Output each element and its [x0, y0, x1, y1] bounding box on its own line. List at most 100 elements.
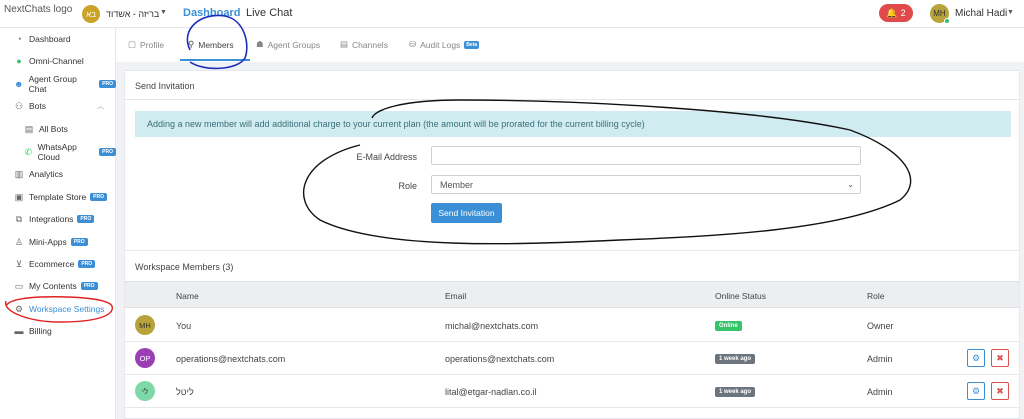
sidebar-item-ecommerce[interactable]: ⊻ Ecommerce PRO [0, 254, 116, 274]
tab-audit-logs[interactable]: ⛁ Audit Logs Beta [409, 39, 480, 50]
agent-icon: ☻ [14, 79, 24, 89]
nextchats-logo[interactable]: NextChats logo [4, 4, 72, 15]
store-icon: ▣ [14, 191, 24, 202]
avatar: לי [135, 381, 155, 401]
sidebar-item-agent-group-chat[interactable]: ☻ Agent Group Chat PRO [0, 74, 116, 94]
sidebar-item-bots[interactable]: ⚇ Bots ︿ [0, 96, 116, 116]
sidebar-item-dashboard[interactable]: ◔ Dashboard [0, 29, 116, 49]
sidebar-item-omni-channel[interactable]: ● Omni-Channel [0, 51, 116, 71]
chevron-down-icon[interactable]: ▼ [160, 9, 167, 16]
list-icon: ▤ [24, 123, 34, 134]
header-online-status: Online Status [715, 291, 767, 301]
billing-alert: Adding a new member will add additional … [135, 111, 1011, 137]
workspace-avatar[interactable]: בא [82, 5, 100, 23]
chevron-down-icon: ⌄ [847, 180, 854, 189]
user-avatar[interactable]: MH [930, 4, 950, 24]
notifications-button[interactable]: 🔔 2 [879, 4, 913, 22]
header-role: Role [867, 291, 885, 301]
member-role: Owner [867, 321, 894, 331]
workspace-members-card: Workspace Members (3) Name Email Online … [124, 250, 1020, 419]
status-badge: Online [715, 321, 742, 331]
database-icon: ⛁ [409, 39, 417, 49]
header-email: Email [445, 291, 467, 301]
pro-badge: PRO [70, 238, 88, 246]
chat-icon: ● [16, 56, 22, 66]
remove-member-button[interactable]: ✖ [991, 349, 1009, 367]
user-name[interactable]: Michal Hadi [955, 8, 1007, 19]
divider [125, 99, 1019, 100]
send-invitation-title: Send Invitation [135, 81, 195, 91]
sidebar-item-billing[interactable]: ▬ Billing [0, 321, 116, 341]
bell-icon: 🔔 [886, 7, 898, 18]
workspace-members-title: Workspace Members (3) [135, 262, 234, 272]
integrations-icon: ⧉ [15, 213, 23, 224]
avatar: OP [135, 348, 155, 368]
header-name: Name [176, 291, 199, 301]
top-bar: NextChats logo בא בריזה - אשדוד ▼ Dashbo… [0, 0, 1024, 28]
member-email: lital@etgar-nadlan.co.il [445, 387, 537, 397]
remove-member-button[interactable]: ✖ [991, 382, 1009, 400]
gear-icon: ⚙ [14, 303, 24, 314]
member-email: operations@nextchats.com [445, 354, 555, 364]
cart-icon: ⊻ [15, 258, 23, 269]
role-label: Role [398, 181, 417, 191]
edit-member-button[interactable]: ⚙ [967, 349, 985, 367]
email-field[interactable] [431, 146, 861, 165]
pro-badge: PRO [90, 193, 108, 201]
user-icon: ▢ [128, 39, 137, 49]
table-row: לי ליטל lital@etgar-nadlan.co.il 1 week … [125, 375, 1019, 408]
status-badge: 1 week ago [715, 354, 756, 364]
sidebar-item-template-store[interactable]: ▣ Template Store PRO [0, 187, 116, 207]
sidebar-item-all-bots[interactable]: ▤ All Bots [0, 119, 116, 139]
nav-dashboard[interactable]: Dashboard [183, 7, 240, 19]
bots-icon: ⚇ [14, 100, 24, 111]
table-header: Name Email Online Status Role [125, 281, 1019, 308]
chevron-down-icon[interactable]: ▼ [1007, 9, 1014, 16]
dashboard-icon: ◔ [16, 34, 22, 44]
tab-profile[interactable]: ▢ Profile [128, 39, 164, 50]
pro-badge: PRO [78, 260, 96, 268]
sidebar-item-workspace-settings[interactable]: ⚙ Workspace Settings [0, 299, 116, 319]
pro-badge: PRO [80, 282, 98, 290]
analytics-icon: ▥ [14, 168, 24, 179]
avatar: MH [135, 315, 155, 335]
table-row: OP operations@nextchats.com operations@n… [125, 342, 1019, 375]
edit-member-button[interactable]: ⚙ [967, 382, 985, 400]
tab-channels[interactable]: ▤ Channels [340, 39, 388, 50]
active-tab-indicator [180, 59, 250, 61]
pro-badge: PRO [77, 215, 95, 223]
member-name: You [176, 321, 192, 331]
settings-tabs: ▢ Profile ⚲ Members ☗ Agent Groups ▤ Cha… [116, 28, 1024, 62]
member-email: michal@nextchats.com [445, 321, 539, 331]
group-icon: ☗ [256, 39, 264, 49]
sidebar-item-my-contents[interactable]: ▭ My Contents PRO [0, 276, 116, 296]
member-name: ליטל [176, 387, 194, 397]
mini-apps-icon: ♙ [14, 236, 24, 247]
role-select[interactable]: Member ⌄ [431, 175, 861, 194]
member-role: Admin [867, 387, 893, 397]
sidebar-item-whatsapp-cloud[interactable]: ✆ WhatsApp Cloud PRO [0, 142, 116, 162]
status-badge: 1 week ago [715, 387, 756, 397]
notifications-count: 2 [900, 8, 906, 18]
sidebar-item-analytics[interactable]: ▥ Analytics [0, 164, 116, 184]
members-icon: ⚲ [188, 39, 195, 49]
sidebar-item-mini-apps[interactable]: ♙ Mini-Apps PRO [0, 232, 116, 252]
table-row: MH You michal@nextchats.com Online Owner [125, 309, 1019, 342]
member-role: Admin [867, 354, 893, 364]
beta-badge: Beta [464, 40, 480, 49]
workspace-name[interactable]: בריזה - אשדוד [106, 9, 159, 19]
pro-badge: PRO [99, 148, 116, 156]
channels-icon: ▤ [340, 39, 349, 49]
tab-agent-groups[interactable]: ☗ Agent Groups [256, 39, 320, 50]
sidebar-item-integrations[interactable]: ⧉ Integrations PRO [0, 209, 116, 229]
main-content: ▢ Profile ⚲ Members ☗ Agent Groups ▤ Cha… [116, 28, 1024, 419]
chevron-up-icon[interactable]: ︿ [97, 101, 104, 111]
online-indicator [944, 18, 950, 24]
billing-icon: ▬ [14, 326, 24, 336]
email-label: E-Mail Address [356, 152, 417, 162]
sidebar: ◔ Dashboard ● Omni-Channel ☻ Agent Group… [0, 28, 116, 419]
member-name: operations@nextchats.com [176, 354, 286, 364]
tab-members[interactable]: ⚲ Members [188, 39, 234, 50]
send-invitation-button[interactable]: Send Invitation [431, 203, 502, 223]
nav-live-chat[interactable]: Live Chat [246, 7, 292, 19]
